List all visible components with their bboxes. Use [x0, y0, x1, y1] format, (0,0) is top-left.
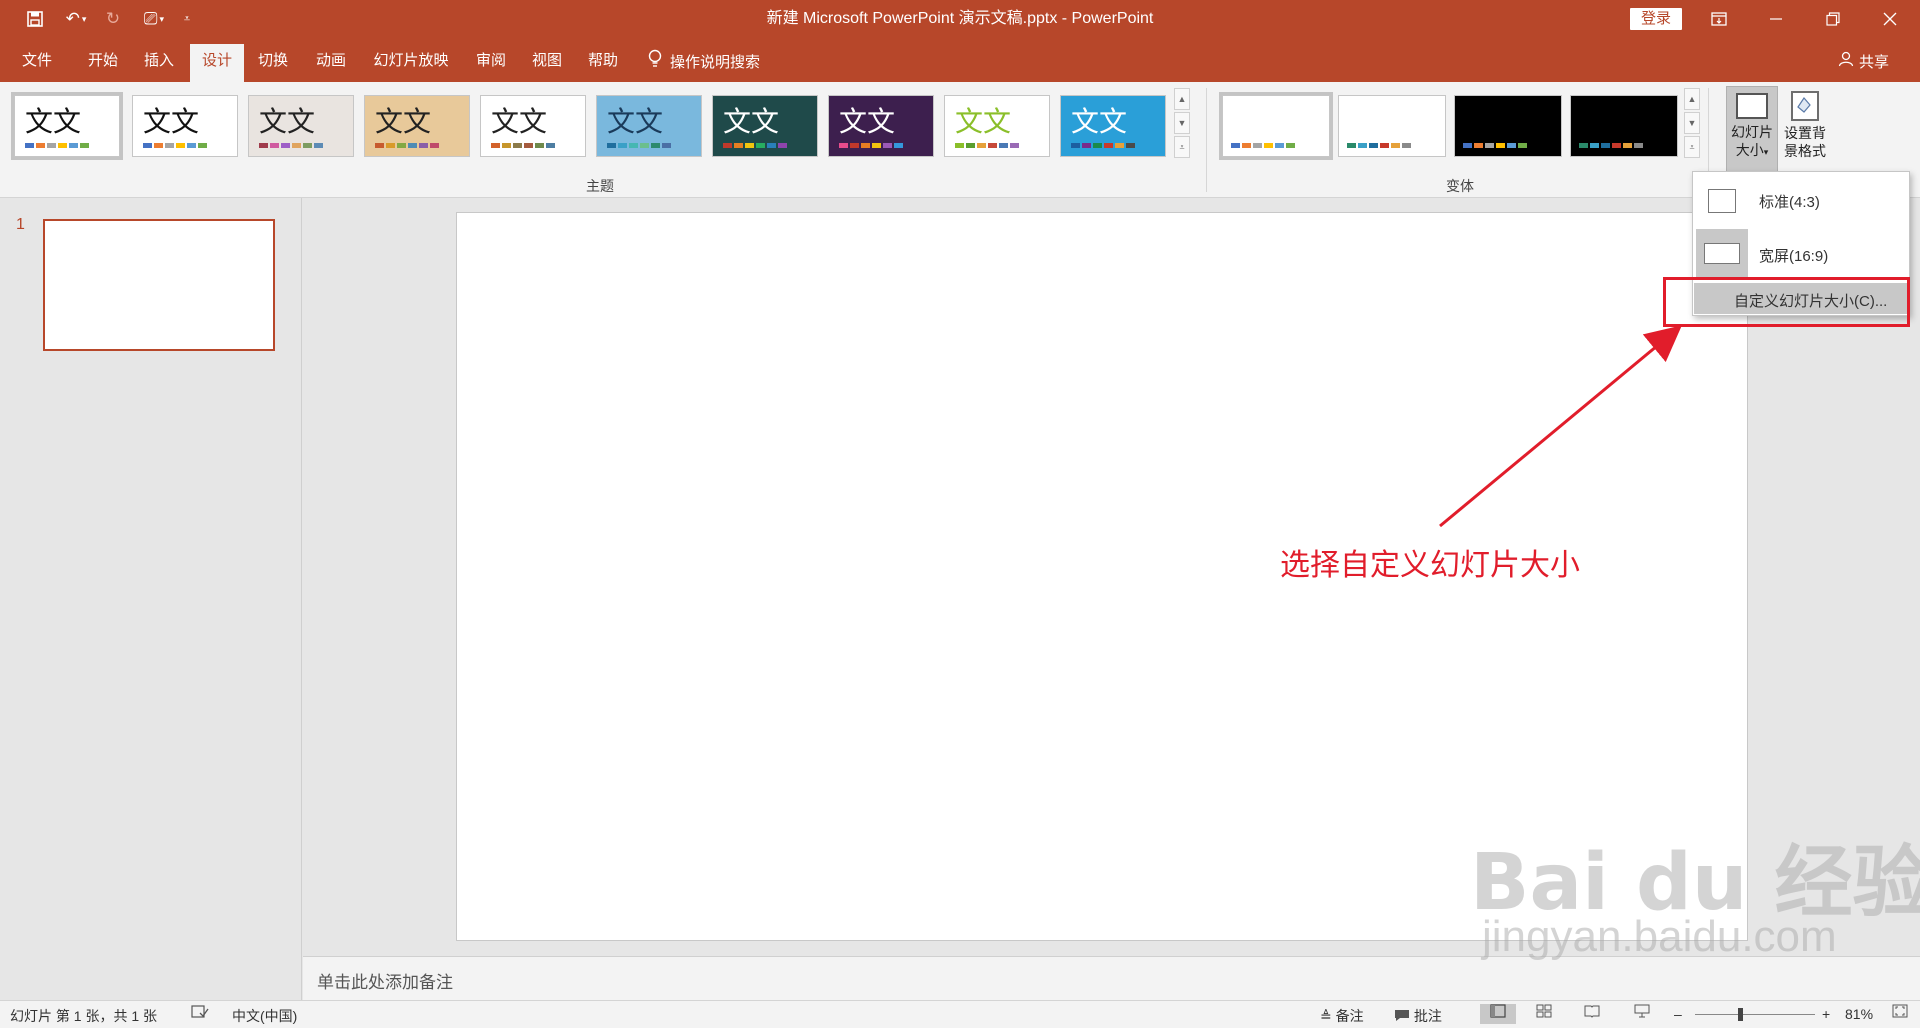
zoom-in-icon[interactable]: +	[1822, 1006, 1830, 1022]
comments-toggle[interactable]: 批注	[1394, 1006, 1442, 1026]
slide-count: 幻灯片 第 1 张，共 1 张	[10, 1008, 158, 1024]
zoom-level[interactable]: 81%	[1845, 1006, 1873, 1022]
zoom-slider-thumb[interactable]	[1738, 1008, 1743, 1021]
notes-toggle[interactable]: ≜ 备注	[1320, 1006, 1364, 1026]
annotation-text: 选择自定义幻灯片大小	[1280, 549, 1580, 582]
notes-toggle-label: 备注	[1335, 1008, 1364, 1024]
normal-view-icon[interactable]	[1480, 1004, 1516, 1024]
zoom-out-icon[interactable]: –	[1674, 1006, 1682, 1022]
slide-sorter-icon[interactable]	[1532, 1004, 1556, 1024]
language-indicator[interactable]: 中文(中国)	[232, 1006, 297, 1026]
notes-icon: ≜	[1320, 1008, 1332, 1024]
slide-show-icon[interactable]	[1630, 1004, 1654, 1024]
fit-to-window-icon[interactable]	[1888, 1004, 1912, 1024]
annotation-arrow	[1439, 325, 1682, 528]
spell-check-icon[interactable]	[188, 1004, 212, 1024]
zoom-slider[interactable]	[1695, 1014, 1815, 1015]
reading-view-icon[interactable]	[1580, 1004, 1604, 1024]
comment-icon	[1394, 1008, 1414, 1024]
comments-toggle-label: 批注	[1413, 1008, 1442, 1024]
status-bar: 幻灯片 第 1 张，共 1 张 中文(中国) ≜ 备注 批注 – + 81%	[0, 1000, 1920, 1028]
